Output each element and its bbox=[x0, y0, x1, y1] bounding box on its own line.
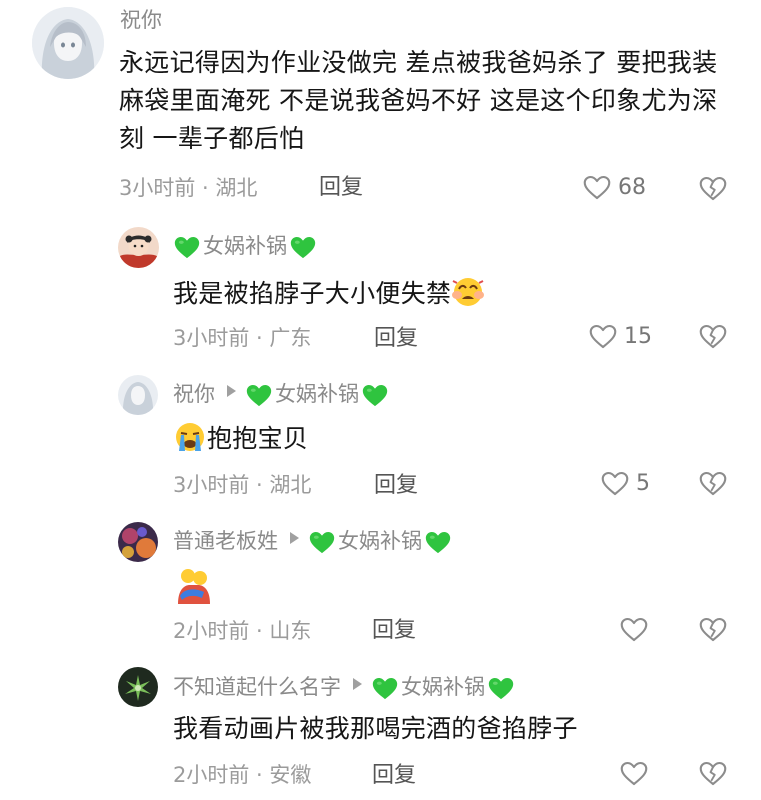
hugging-people-emoji-icon bbox=[178, 569, 210, 604]
broken-heart-icon bbox=[699, 324, 727, 349]
crying-face-emoji-icon bbox=[452, 278, 485, 306]
dislike-button[interactable] bbox=[699, 471, 727, 496]
reply-button[interactable]: 回复 bbox=[374, 328, 418, 350]
reply-author-line: 不知道起什么名字 女娲补锅 bbox=[173, 677, 514, 700]
reply-author-line: 普通老板姓 女娲补锅 bbox=[173, 531, 451, 554]
comment-time-location: 3小时前 · 湖北 bbox=[119, 176, 258, 200]
green-heart-icon bbox=[174, 236, 200, 259]
reply-to-author[interactable]: 女娲补锅 bbox=[401, 675, 485, 699]
reply-author[interactable]: 不知道起什么名字 bbox=[173, 675, 341, 699]
heart-outline-icon bbox=[583, 175, 611, 200]
green-heart-icon bbox=[362, 384, 388, 407]
dislike-button[interactable] bbox=[699, 617, 727, 642]
avatar-image bbox=[32, 7, 104, 79]
reply-author[interactable]: 女娲补锅 bbox=[203, 234, 287, 258]
reply-text: 我看动画片被我那喝完酒的爸掐脖子 bbox=[173, 714, 578, 743]
reply-author[interactable]: 普通老板姓 bbox=[173, 529, 278, 553]
reply-time-location: 3小时前 · 广东 bbox=[173, 326, 312, 350]
green-heart-icon bbox=[425, 531, 451, 554]
reply-arrow-icon bbox=[227, 385, 236, 397]
dislike-button[interactable] bbox=[699, 176, 727, 201]
avatar[interactable] bbox=[118, 667, 158, 707]
heart-outline-icon bbox=[620, 617, 648, 642]
broken-heart-icon bbox=[699, 761, 727, 786]
avatar-image bbox=[118, 227, 159, 268]
reply-text bbox=[174, 566, 214, 608]
avatar-image bbox=[118, 522, 158, 562]
comment-author[interactable]: 祝你 bbox=[120, 10, 162, 31]
reply-author[interactable]: 祝你 bbox=[173, 382, 215, 406]
dislike-button[interactable] bbox=[699, 324, 727, 349]
like-button[interactable] bbox=[620, 617, 648, 642]
avatar-image bbox=[118, 375, 158, 415]
reply-button[interactable]: 回复 bbox=[372, 620, 416, 642]
like-button[interactable]: 68 bbox=[583, 175, 646, 200]
avatar[interactable] bbox=[118, 375, 158, 415]
reply-time-location: 2小时前 · 山东 bbox=[173, 619, 312, 643]
green-heart-icon bbox=[488, 677, 514, 700]
like-button[interactable]: 15 bbox=[589, 324, 652, 349]
like-button[interactable]: 5 bbox=[601, 471, 650, 496]
reply-text-content: 抱抱宝贝 bbox=[207, 424, 309, 453]
green-heart-icon bbox=[290, 236, 316, 259]
reply-button[interactable]: 回复 bbox=[372, 765, 416, 787]
broken-heart-icon bbox=[699, 176, 727, 201]
dislike-button[interactable] bbox=[699, 761, 727, 786]
green-heart-icon bbox=[309, 531, 335, 554]
reply-arrow-icon bbox=[290, 532, 299, 544]
comment-text: 永远记得因为作业没做完 差点被我爸妈杀了 要把我装麻袋里面淹死 不是说我爸妈不好… bbox=[119, 48, 718, 153]
green-heart-icon bbox=[372, 677, 398, 700]
broken-heart-icon bbox=[699, 471, 727, 496]
reply-to-author[interactable]: 女娲补锅 bbox=[275, 382, 359, 406]
reply-time-location: 2小时前 · 安徽 bbox=[173, 763, 312, 787]
reply-button[interactable]: 回复 bbox=[374, 475, 418, 497]
avatar[interactable] bbox=[32, 7, 104, 79]
like-button[interactable] bbox=[620, 761, 648, 786]
avatar-image bbox=[118, 667, 158, 707]
green-heart-icon bbox=[246, 384, 272, 407]
like-count: 15 bbox=[624, 323, 652, 349]
heart-outline-icon bbox=[601, 471, 629, 496]
reply-button[interactable]: 回复 bbox=[319, 177, 363, 199]
heart-outline-icon bbox=[589, 324, 617, 349]
reply-time-location: 3小时前 · 湖北 bbox=[173, 473, 312, 497]
avatar[interactable] bbox=[118, 522, 158, 562]
reply-text: 抱抱宝贝 bbox=[173, 420, 308, 458]
like-count: 68 bbox=[618, 174, 646, 200]
avatar[interactable] bbox=[118, 227, 159, 268]
reply-to-author[interactable]: 女娲补锅 bbox=[338, 529, 422, 553]
loudly-crying-face-emoji-icon bbox=[176, 423, 204, 451]
reply-text-content: 我是被掐脖子大小便失禁 bbox=[173, 279, 452, 308]
heart-outline-icon bbox=[620, 761, 648, 786]
reply-author-line: 祝你 女娲补锅 bbox=[173, 384, 388, 407]
reply-arrow-icon bbox=[353, 678, 362, 690]
reply-text: 我是被掐脖子大小便失禁 bbox=[173, 275, 485, 313]
like-count: 5 bbox=[636, 470, 650, 496]
broken-heart-icon bbox=[699, 617, 727, 642]
reply-author-line: 女娲补锅 bbox=[174, 236, 316, 259]
